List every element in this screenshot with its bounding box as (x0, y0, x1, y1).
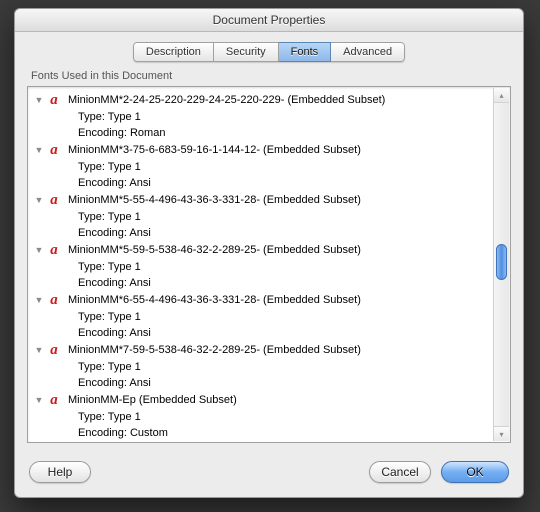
tab-advanced[interactable]: Advanced (331, 42, 405, 62)
font-name-label: MinionMM*5-59-5-538-46-32-2-289-25- (Emb… (68, 244, 361, 256)
font-encoding-label: Encoding: Roman (30, 125, 494, 141)
group-label: Fonts Used in this Document (27, 70, 511, 86)
font-type-label: Type: Type 1 (30, 409, 494, 425)
disclosure-triangle-icon[interactable]: ▼ (34, 195, 44, 205)
fonts-list-inner: ▼aMinionMM*2-24-25-220-229-24-25-220-229… (28, 87, 494, 443)
font-row[interactable]: ▼a MinionMM*7-59-5-538-46-32-2-289-25- (E… (30, 341, 494, 359)
button-row: Help Cancel OK (15, 451, 523, 497)
font-type-label: Type: Type 1 (30, 309, 494, 325)
disclosure-triangle-icon[interactable]: ▼ (34, 245, 44, 255)
font-row-partial[interactable]: ▼aMinionMM-Sq1*1-24-25-220-229-24-25-220… (30, 441, 494, 443)
tabs-row: DescriptionSecurityFontsAdvanced (15, 32, 523, 70)
font-glyph-icon: a (46, 392, 62, 408)
scroll-thumb[interactable] (496, 244, 507, 280)
disclosure-triangle-icon[interactable]: ▼ (34, 345, 44, 355)
font-name-label: MinionMM*5-55-4-496-43-36-3-331-28- (Emb… (68, 194, 361, 206)
font-encoding-label: Encoding: Ansi (30, 275, 494, 291)
font-type-label: Type: Type 1 (30, 259, 494, 275)
disclosure-triangle-icon[interactable]: ▼ (34, 145, 44, 155)
ok-button[interactable]: OK (441, 461, 509, 483)
font-glyph-icon: a (46, 441, 62, 443)
scroll-down-button[interactable]: ▾ (494, 426, 509, 441)
font-name-label: MinionMM*2-24-25-220-229-24-25-220-229- … (68, 94, 385, 106)
disclosure-triangle-icon[interactable]: ▼ (34, 395, 44, 405)
font-glyph-icon: a (46, 292, 62, 308)
font-row[interactable]: ▼a MinionMM*5-55-4-496-43-36-3-331-28- (E… (30, 191, 494, 209)
font-encoding-label: Encoding: Ansi (30, 225, 494, 241)
font-encoding-label: Encoding: Custom (30, 425, 494, 441)
font-glyph-icon: a (46, 142, 62, 158)
font-type-label: Type: Type 1 (30, 209, 494, 225)
scrollbar-vertical[interactable]: ▴ ▾ (493, 88, 509, 441)
tab-fonts[interactable]: Fonts (279, 42, 332, 62)
font-row[interactable]: ▼a MinionMM-Ep (Embedded Subset) (30, 391, 494, 409)
font-glyph-icon: a (46, 192, 62, 208)
cancel-button[interactable]: Cancel (369, 461, 431, 483)
font-name-label: MinionMM*3-75-6-683-59-16-1-144-12- (Emb… (68, 144, 361, 156)
disclosure-triangle-icon[interactable]: ▼ (34, 295, 44, 305)
font-row[interactable]: ▼a MinionMM*2-24-25-220-229-24-25-220-229… (30, 91, 494, 109)
font-type-label: Type: Type 1 (30, 159, 494, 175)
font-type-label: Type: Type 1 (30, 109, 494, 125)
scroll-up-button[interactable]: ▴ (494, 88, 509, 103)
fonts-group: Fonts Used in this Document ▼aMinionMM*2… (27, 70, 511, 443)
font-name-label: MinionMM*6-55-4-496-43-36-3-331-28- (Emb… (68, 294, 361, 306)
tab-description[interactable]: Description (133, 42, 214, 62)
font-glyph-icon: a (46, 92, 62, 108)
window-title: Document Properties (15, 9, 523, 32)
font-name-label: MinionMM-Ep (Embedded Subset) (68, 394, 237, 406)
fonts-listbox[interactable]: ▼aMinionMM*2-24-25-220-229-24-25-220-229… (27, 86, 511, 443)
font-type-label: Type: Type 1 (30, 359, 494, 375)
font-encoding-label: Encoding: Ansi (30, 175, 494, 191)
disclosure-triangle-icon[interactable]: ▼ (34, 95, 44, 105)
font-row[interactable]: ▼a MinionMM*3-75-6-683-59-16-1-144-12- (E… (30, 141, 494, 159)
font-encoding-label: Encoding: Ansi (30, 375, 494, 391)
font-glyph-icon: a (46, 242, 62, 258)
segmented-tabs: DescriptionSecurityFontsAdvanced (133, 42, 405, 62)
font-encoding-label: Encoding: Ansi (30, 325, 494, 341)
font-name-label: MinionMM*7-59-5-538-46-32-2-289-25- (Emb… (68, 344, 361, 356)
font-row[interactable]: ▼a MinionMM*6-55-4-496-43-36-3-331-28- (E… (30, 291, 494, 309)
font-row[interactable]: ▼a MinionMM*5-59-5-538-46-32-2-289-25- (E… (30, 241, 494, 259)
dialog-window: Document Properties DescriptionSecurityF… (14, 8, 524, 498)
font-glyph-icon: a (46, 342, 62, 358)
tab-security[interactable]: Security (214, 42, 279, 62)
help-button[interactable]: Help (29, 461, 91, 483)
